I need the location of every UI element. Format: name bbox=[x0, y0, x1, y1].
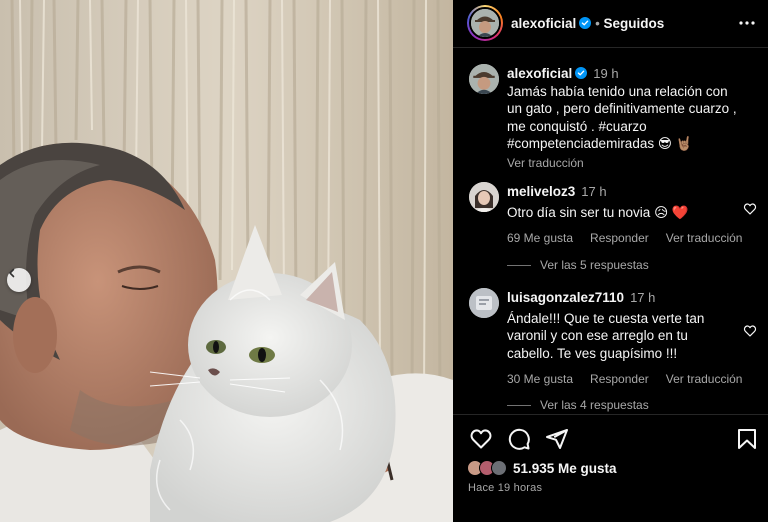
likes-row[interactable]: 51.935 Me gusta bbox=[467, 459, 617, 477]
more-options-icon[interactable] bbox=[738, 15, 756, 31]
comment-icon[interactable] bbox=[507, 427, 531, 451]
caption-avatar[interactable] bbox=[469, 64, 499, 94]
replies-divider bbox=[507, 265, 531, 267]
comment-reply-button[interactable]: Responder bbox=[590, 231, 649, 245]
header-separator: • bbox=[595, 16, 604, 31]
chevron-left-icon bbox=[9, 268, 15, 278]
post-timestamp[interactable]: Hace 19 horas bbox=[468, 482, 542, 494]
view-replies-link[interactable]: Ver las 5 respuestas bbox=[507, 258, 649, 272]
comment-body: meliveloz3 17 h Otro día sin ser tu novia… bbox=[507, 183, 742, 248]
share-icon[interactable] bbox=[545, 427, 569, 451]
caption-translate-link[interactable]: Ver traducción bbox=[507, 155, 738, 173]
comment-avatar[interactable] bbox=[469, 288, 499, 318]
view-replies-text[interactable]: Ver las 4 respuestas bbox=[540, 398, 649, 412]
author-avatar-image bbox=[471, 9, 499, 37]
post-header: alexoficial • Seguidos bbox=[453, 0, 768, 48]
comment-avatar-image bbox=[469, 182, 499, 212]
verified-badge-icon bbox=[575, 67, 588, 79]
caption-body: alexoficial 19 h Jamás había tenido una r… bbox=[507, 65, 738, 172]
comment-text: Otro día sin ser tu novia 😥 ❤️ bbox=[507, 204, 689, 220]
caption-text: Jamás había tenido una relación con un g… bbox=[507, 83, 737, 152]
comment-translate-link[interactable]: Ver traducción bbox=[666, 231, 743, 245]
comment-text: Ándale!!! Que te cuesta verte tan varoni… bbox=[507, 310, 705, 361]
comment-likes[interactable]: 69 Me gusta bbox=[507, 231, 573, 245]
view-replies-link[interactable]: Ver las 4 respuestas bbox=[507, 398, 649, 412]
view-replies-text[interactable]: Ver las 5 respuestas bbox=[540, 258, 649, 272]
caption-avatar-image bbox=[469, 64, 499, 94]
post-photo[interactable] bbox=[0, 0, 453, 522]
comment-translate-link[interactable]: Ver traducción bbox=[666, 372, 743, 386]
comment-likes[interactable]: 30 Me gusta bbox=[507, 372, 573, 386]
caption-time[interactable]: 19 h bbox=[593, 66, 618, 81]
post-actions: 51.935 Me gusta Hace 19 horas bbox=[453, 414, 768, 522]
comment-meta: 30 Me gusta Responder Ver traducción bbox=[507, 371, 742, 389]
author-avatar[interactable] bbox=[467, 5, 503, 41]
heart-icon[interactable] bbox=[743, 324, 757, 338]
comment-username[interactable]: luisagonzalez7110 bbox=[507, 290, 624, 305]
caption-username[interactable]: alexoficial bbox=[507, 66, 572, 81]
replies-divider bbox=[507, 405, 531, 407]
header-user-line: alexoficial • Seguidos bbox=[511, 16, 664, 31]
comment-reply-button[interactable]: Responder bbox=[590, 372, 649, 386]
post-side-panel: alexoficial • Seguidos alexoficial 19 h J… bbox=[453, 0, 768, 522]
like-heart-icon[interactable] bbox=[469, 427, 493, 451]
author-username[interactable]: alexoficial bbox=[511, 16, 576, 31]
comment-time[interactable]: 17 h bbox=[581, 184, 606, 199]
comment-time[interactable]: 17 h bbox=[630, 290, 655, 305]
bookmark-icon[interactable] bbox=[735, 427, 759, 451]
heart-icon[interactable] bbox=[743, 202, 757, 216]
comment-avatar-image bbox=[469, 288, 499, 318]
liker-avatar bbox=[491, 460, 507, 476]
verified-badge-icon bbox=[579, 17, 592, 29]
follow-status-button[interactable]: Seguidos bbox=[604, 16, 665, 31]
post-image-illustration bbox=[0, 0, 453, 522]
comment-username[interactable]: meliveloz3 bbox=[507, 184, 575, 199]
comment-avatar[interactable] bbox=[469, 182, 499, 212]
comment-body: luisagonzalez7110 17 h Ándale!!! Que te c… bbox=[507, 289, 742, 389]
carousel-prev-button[interactable] bbox=[7, 268, 31, 292]
comment-meta: 69 Me gusta Responder Ver traducción bbox=[507, 230, 742, 248]
likes-count[interactable]: 51.935 Me gusta bbox=[513, 461, 617, 476]
